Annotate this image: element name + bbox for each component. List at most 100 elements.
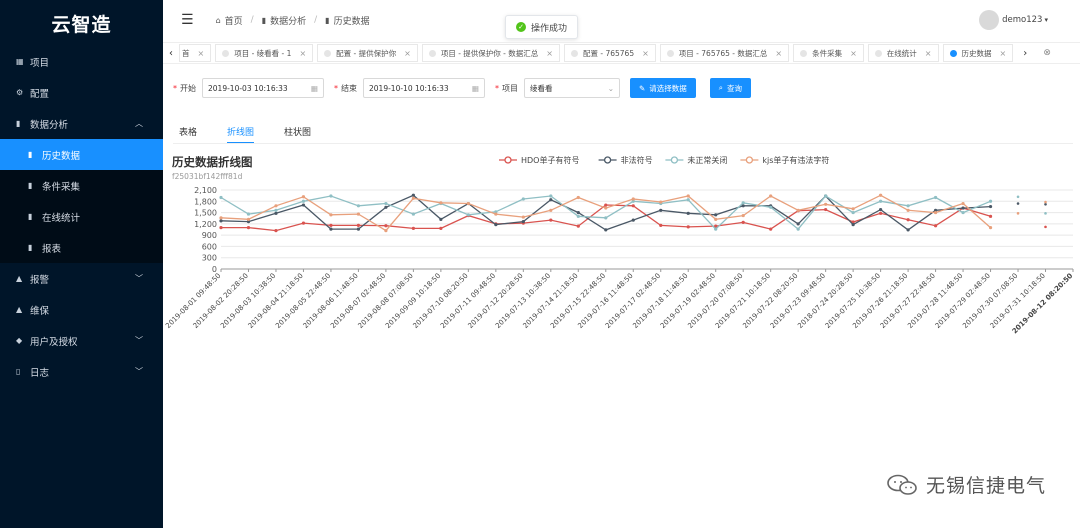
sidebar-item-maintenance[interactable]: ▲ 维保 [0, 294, 163, 325]
tab-item[interactable]: 配置 - 提供保护你 × [317, 44, 418, 62]
data-point [494, 223, 498, 227]
x-tick-label: 2019-07-26 21:18:50 [851, 272, 909, 330]
data-point [1016, 202, 1020, 205]
search-icon: ⌕ [718, 83, 723, 92]
data-point [1044, 202, 1047, 206]
tab-dot [666, 49, 674, 57]
tab-line-chart[interactable]: 折线图 [227, 125, 255, 144]
project-select[interactable]: 绫看看 ⌄ [524, 78, 620, 98]
x-tick-label: 2019-07-27 22:48:50 [879, 272, 937, 330]
data-point [329, 194, 333, 198]
x-tick-label: 2019-08-08 07:08:50 [357, 272, 415, 330]
project-label: 项目 [502, 83, 518, 93]
tab-label: 首 [182, 48, 190, 58]
tab-item[interactable]: 项目 - 绫看看 - 1 × [215, 44, 314, 62]
filter-bar: * 开始 2019-10-03 10:16:33 ▦ * 结束 2019-10-… [173, 78, 765, 98]
close-icon[interactable]: × [642, 49, 649, 58]
tab-dot [428, 49, 436, 57]
tab-dot [874, 49, 882, 57]
breadcrumb-home[interactable]: 首页 [225, 14, 243, 27]
data-point [274, 211, 278, 215]
select-data-button[interactable]: ✎ 请选择数据 [630, 78, 696, 98]
data-point [988, 214, 993, 218]
sidebar-item-data-analysis[interactable]: ▮ 数据分析 ︿ [0, 108, 163, 139]
legend-label: 未正常关闭 [687, 155, 727, 165]
tab-label: 配置 - 提供保护你 [336, 48, 397, 58]
chevron-left-icon[interactable]: ‹ [163, 48, 179, 59]
start-datetime-input[interactable]: 2019-10-03 10:16:33 ▦ [202, 78, 324, 98]
close-all-icon[interactable]: ⊗ [1039, 48, 1055, 58]
x-tick-label: 2019-07-28 11:48:50 [906, 272, 964, 330]
required-mark: * [495, 83, 499, 93]
data-point [356, 204, 361, 208]
sidebar-item-label: 配置 [30, 88, 50, 100]
close-icon[interactable]: × [925, 49, 932, 58]
sidebar-item-project[interactable]: ▦ 项目 [0, 46, 163, 77]
data-point [851, 207, 855, 211]
tab-item[interactable]: 项目 - 765765 - 数据汇总 × [659, 44, 790, 62]
x-tick-label: 2019-07-31 10:18:50 [989, 272, 1047, 330]
bar-chart-icon: ▮ [28, 243, 33, 252]
close-icon[interactable]: × [299, 49, 306, 58]
sidebar-item-online-stats[interactable]: ▮ 在线统计 [0, 201, 163, 232]
tab-item[interactable]: 项目 - 提供保护你 - 数据汇总 × [421, 44, 560, 62]
sidebar-item-report[interactable]: ▮ 报表 [0, 232, 163, 263]
y-tick-label: 1,500 [194, 209, 217, 218]
data-point [961, 201, 965, 206]
tab-dot [570, 49, 578, 57]
end-datetime-input[interactable]: 2019-10-10 10:16:33 ▦ [363, 78, 485, 98]
data-point [714, 217, 718, 221]
sidebar-item-condition-collect[interactable]: ▮ 条件采集 [0, 170, 163, 201]
close-icon[interactable]: × [850, 49, 857, 58]
tab-item[interactable]: 条件采集 × [793, 44, 864, 62]
tab-item[interactable]: 首 × [179, 44, 212, 62]
sidebar-item-users-auth[interactable]: ◆ 用户及授权 ﹀ [0, 325, 163, 356]
x-tick-label: 2019-07-20 07:08:50 [686, 272, 744, 330]
query-button[interactable]: ⌕ 查询 [709, 78, 751, 98]
x-tick-label: 2019-07-12 20:28:50 [466, 272, 524, 330]
sidebar-item-label: 维保 [30, 305, 50, 317]
tab-bar-chart[interactable]: 柱状图 [284, 125, 311, 144]
close-icon[interactable]: × [546, 49, 553, 58]
user-menu[interactable]: demo123 ▾ [979, 10, 1048, 30]
watermark: 无锡信捷电气 [886, 471, 1046, 498]
sidebar-item-history-data[interactable]: ▮ 历史数据 [0, 139, 163, 170]
bar-chart-icon: ▮ [261, 15, 267, 25]
sidebar-item-alarm[interactable]: ▲ 报警 ﹀ [0, 263, 163, 294]
data-point [439, 201, 443, 205]
x-tick-label: 2018-07-24 20:28:50 [796, 272, 854, 330]
tab-table[interactable]: 表格 [179, 125, 197, 144]
data-point [384, 205, 388, 209]
data-point [219, 226, 223, 230]
close-icon[interactable]: × [775, 49, 782, 58]
data-point [356, 223, 361, 227]
data-point [631, 204, 635, 208]
close-icon[interactable]: × [404, 49, 411, 58]
sidebar-item-config[interactable]: ⚙ 配置 [0, 77, 163, 108]
required-mark: * [334, 83, 338, 93]
x-tick-label: 2019-08-01 09:48:50 [164, 272, 222, 330]
sidebar: 云智造 ▦ 项目 ⚙ 配置 ▮ 数据分析 ︿ ▮ 历史数据 ▮ 条件采集 ▮ 在… [0, 0, 163, 528]
data-point [851, 223, 855, 227]
sidebar-item-label: 项目 [30, 57, 50, 69]
chevron-right-icon[interactable]: › [1017, 48, 1033, 59]
tab-item[interactable]: 配置 - 765765 × [563, 44, 656, 62]
data-point [604, 228, 608, 232]
menu-toggle-icon[interactable]: ☰ [181, 12, 194, 28]
breadcrumb: ⌂ 首页 / ▮ 数据分析 / ▮ 历史数据 [216, 14, 370, 27]
success-toast: ✓ 操作成功 [505, 15, 579, 39]
breadcrumb-data-analysis[interactable]: 数据分析 [270, 14, 306, 27]
data-point [879, 211, 883, 215]
data-point [741, 201, 745, 205]
close-icon[interactable]: × [1000, 49, 1007, 58]
data-point [769, 227, 773, 231]
data-point [988, 226, 993, 230]
close-icon[interactable]: × [198, 49, 205, 58]
line-chart: 2,1001,8001,5001,20090060030002019-08-01… [164, 155, 1074, 335]
data-point [1044, 212, 1047, 215]
tab-item-active[interactable]: 历史数据 × [942, 44, 1014, 62]
tab-item[interactable]: 在线统计 × [867, 44, 939, 62]
data-point [796, 227, 800, 231]
breadcrumb-separator: / [250, 15, 254, 25]
sidebar-item-log[interactable]: ▯ 日志 ﹀ [0, 356, 163, 387]
